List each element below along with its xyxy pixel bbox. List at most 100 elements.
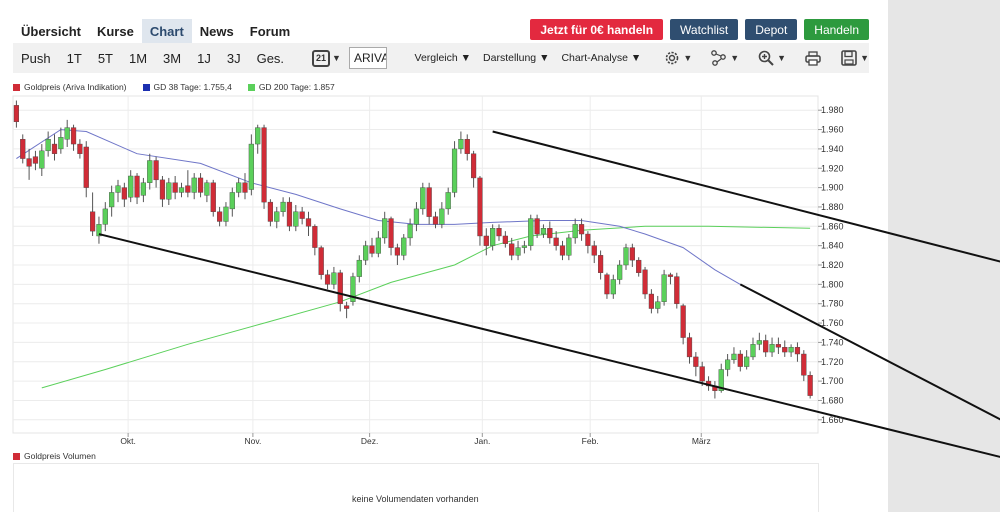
candle-body xyxy=(496,228,502,237)
y-tick-label: 1.660 xyxy=(821,415,844,425)
candle xyxy=(350,272,356,306)
candle-body xyxy=(64,127,70,140)
candle-body xyxy=(578,224,585,235)
candle-body xyxy=(121,187,127,200)
candle-body xyxy=(83,146,89,188)
x-tick-label: Nov. xyxy=(244,436,261,446)
candle-body xyxy=(502,235,508,244)
candle xyxy=(261,124,267,209)
candle-body xyxy=(490,228,496,246)
candle-body xyxy=(699,366,705,382)
candle-body xyxy=(172,182,178,193)
y-tick-label: 1.700 xyxy=(821,376,844,386)
candle-body xyxy=(725,359,731,370)
candle-body xyxy=(324,274,331,285)
candle-body xyxy=(286,201,293,227)
candle-body xyxy=(153,160,159,181)
candle-body xyxy=(305,218,312,227)
candle-body xyxy=(318,247,324,275)
candle-body xyxy=(166,182,172,200)
candle-body xyxy=(572,224,578,239)
candle-body xyxy=(553,237,559,246)
candle-body xyxy=(432,216,439,225)
candle-body xyxy=(413,208,420,225)
candle-body xyxy=(750,344,756,358)
candle-body xyxy=(801,353,807,376)
candle-body xyxy=(401,237,407,256)
candle-body xyxy=(242,182,248,193)
candle-body xyxy=(128,175,134,198)
candle-body xyxy=(509,243,515,256)
candle-body xyxy=(686,337,693,358)
candle-body xyxy=(451,148,458,193)
y-tick-label: 1.960 xyxy=(821,125,844,135)
candle-body xyxy=(674,276,680,304)
candle-body xyxy=(369,245,375,254)
candle-body xyxy=(763,340,769,353)
candle-body xyxy=(58,137,64,150)
candle-body xyxy=(394,247,401,256)
candle-body xyxy=(299,211,305,219)
candle-body xyxy=(102,208,108,225)
candle-body xyxy=(661,274,667,302)
candle-body xyxy=(680,305,686,338)
candle-body xyxy=(420,187,426,210)
candle-body xyxy=(312,226,318,248)
candle-body xyxy=(617,264,623,280)
candle xyxy=(807,371,813,399)
candle-body xyxy=(280,201,286,212)
candle-body xyxy=(89,211,96,232)
candle-body xyxy=(775,344,782,348)
candle-body xyxy=(248,143,254,190)
candle-body xyxy=(344,305,350,309)
volume-swatch xyxy=(13,452,20,460)
y-axis: 1.980 1.960 1.940 1.920 1.900 1.880 1.860 1.840… xyxy=(818,105,844,425)
volume-title-label: Goldpreis Volumen xyxy=(24,451,96,461)
volume-title: Goldpreis Volumen xyxy=(13,451,96,461)
x-axis: Okt. Nov. Dez. Jan. Feb. März xyxy=(120,433,711,446)
candle-body xyxy=(655,301,661,309)
candle-body xyxy=(756,340,762,345)
candle-body xyxy=(159,179,166,200)
candle-body xyxy=(26,158,32,167)
price-chart[interactable]: 1.980 1.960 1.940 1.920 1.900 1.880 1.860 1.840… xyxy=(0,0,1000,512)
candle-body xyxy=(51,143,58,154)
candle xyxy=(286,197,293,232)
candle-body xyxy=(547,228,553,239)
x-tick-label: März xyxy=(692,436,711,446)
candle-body xyxy=(115,185,121,193)
candle-body xyxy=(134,175,140,198)
candle-body xyxy=(604,274,610,295)
candle xyxy=(674,272,680,309)
y-tick-label: 1.720 xyxy=(821,357,844,367)
y-tick-label: 1.920 xyxy=(821,163,844,173)
candle-body xyxy=(39,150,45,169)
candle-body xyxy=(585,233,591,246)
candle-body xyxy=(794,347,801,355)
candle-body xyxy=(45,139,51,152)
candle-body xyxy=(769,344,775,353)
candle-body xyxy=(623,247,629,266)
candle-body xyxy=(445,192,451,210)
candle-body xyxy=(477,177,483,237)
candle-body xyxy=(566,237,572,256)
y-tick-label: 1.900 xyxy=(821,183,844,193)
y-tick-label: 1.820 xyxy=(821,260,844,270)
candle xyxy=(210,179,216,217)
candle-body xyxy=(464,139,470,154)
candle xyxy=(477,175,483,246)
candle-body xyxy=(32,156,39,164)
candle-body xyxy=(147,160,153,183)
candle-body xyxy=(540,228,547,235)
candle xyxy=(661,269,667,306)
candle-body xyxy=(629,247,635,261)
candle-body xyxy=(521,245,528,248)
candle-body xyxy=(178,187,185,193)
candle-body xyxy=(515,247,521,256)
candle-body xyxy=(782,347,788,353)
y-tick-label: 1.880 xyxy=(821,202,844,212)
candle-body xyxy=(642,269,648,295)
y-tick-label: 1.800 xyxy=(821,279,844,289)
candle-body xyxy=(20,139,26,159)
x-tick-label: Dez. xyxy=(361,436,378,446)
